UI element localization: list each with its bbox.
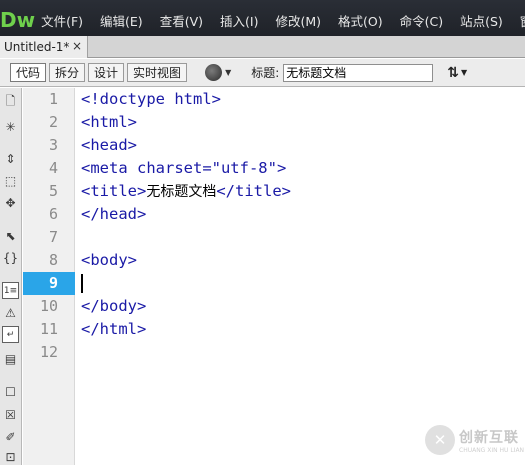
menu-edit[interactable]: 编辑(E) [100,11,143,30]
title-close-tag: </title> [216,182,291,200]
balance-braces-icon[interactable]: {} [2,249,19,266]
menu-file[interactable]: 文件(F) [41,11,83,30]
code-text: </head> [81,205,147,223]
live-view-button[interactable]: 实时视图 [127,63,188,82]
select-parent-tag-icon[interactable]: ⬉ [2,227,19,244]
code-line[interactable]: </body> [81,295,146,318]
remove-comment-icon[interactable]: ☒ [2,406,19,423]
code-line[interactable]: </html> [81,318,146,341]
preview-globe-icon[interactable] [205,64,223,81]
code-line[interactable]: <html> [81,111,137,134]
menu-insert[interactable]: 插入(I) [220,11,258,30]
code-text: <head> [81,136,137,154]
design-view-button[interactable]: 设计 [88,63,125,82]
chevron-down-icon[interactable]: ▼ [461,68,467,77]
menu-site[interactable]: 站点(S) [460,11,503,30]
code-view-button[interactable]: 代码 [10,63,47,82]
line-number: 6 [48,205,58,223]
watermark-logo-icon: ✕ [425,425,455,455]
main-menu: 文件(F) 编辑(E) 查看(V) 插入(I) 修改(M) 格式(O) 命令(C… [35,0,525,40]
code-line[interactable]: </head> [81,203,146,226]
recent-snippets-icon[interactable]: ⊡ [2,448,19,465]
title-text: 无标题文档 [146,184,217,200]
code-text: </html> [81,320,147,338]
watermark-en: CHUANG XIN HU LIAN [459,446,525,454]
code-editor[interactable]: <!doctype html> <html> <head> <meta char… [76,88,525,465]
line-number: 3 [48,136,58,154]
code-line[interactable]: <head> [81,134,137,157]
wrap-tag-icon[interactable]: ✐ [2,428,19,445]
line-number: 2 [48,113,58,131]
code-line[interactable]: <!doctype html> [81,88,221,111]
syntax-coloring-icon[interactable]: ▤ [2,350,19,367]
code-text: <!doctype html> [81,90,221,108]
file-management-icon[interactable]: ⇅ [447,65,459,81]
code-line[interactable]: <meta charset="utf-8"> [81,157,286,180]
menu-view[interactable]: 查看(V) [160,11,203,30]
current-line-number: 9 [48,274,58,292]
chevron-down-icon[interactable]: ▼ [225,68,231,77]
apply-comment-icon[interactable]: ☐ [2,383,19,400]
document-toolbar: 代码 拆分 设计 实时视图 ▼ 标题: ⇅ ▼ [0,59,525,87]
line-number: 7 [48,228,58,246]
line-number: 1 [48,90,58,108]
menu-commands[interactable]: 命令(C) [400,11,443,30]
menu-bar: Dw 文件(F) 编辑(E) 查看(V) 插入(I) 修改(M) 格式(O) 命… [0,0,525,40]
app-logo: Dw [0,8,36,32]
line-number: 12 [39,343,58,361]
split-view-button[interactable]: 拆分 [49,63,86,82]
text-cursor [81,274,83,293]
watermark: ✕ 创新互联 CHUANG XIN HU LIAN [425,425,524,455]
code-text: </body> [81,297,147,315]
document-tab-label: Untitled-1* [4,40,70,54]
title-open-tag: <title> [81,182,147,200]
show-code-navigator-icon[interactable]: ✳ [2,118,19,135]
highlight-invalid-code-icon[interactable]: ⚠ [2,304,19,321]
line-number: 10 [39,297,58,315]
watermark-cn: 创新互联 [459,429,519,446]
code-line[interactable]: <body> [81,249,137,272]
close-tab-icon[interactable]: × [72,39,82,53]
title-input[interactable] [283,63,434,82]
watermark-text: 创新互联 CHUANG XIN HU LIAN [459,427,524,454]
collapse-full-tag-icon[interactable]: ⇕ [2,150,19,167]
code-line[interactable]: <title>无标题文档</title> [81,180,291,203]
code-text: <meta charset="utf-8"> [81,159,287,177]
title-label: 标题: [251,66,280,80]
line-number: 8 [48,251,58,269]
menu-window[interactable]: 窗口 [520,11,525,30]
line-numbers-icon[interactable]: 1≡ [2,282,19,299]
expand-all-icon[interactable]: ✥ [2,194,19,211]
menu-format[interactable]: 格式(O) [338,11,383,30]
word-wrap-icon[interactable]: ↵ [2,326,19,343]
document-tab-bar: Untitled-1* × [0,36,525,58]
line-number: 11 [39,320,58,338]
line-number: 5 [48,182,58,200]
line-number: 4 [48,159,58,177]
menu-modify[interactable]: 修改(M) [275,11,321,30]
line-number-gutter: 1 2 3 4 5 6 7 8 9 10 11 12 [23,88,75,465]
collapse-selection-icon[interactable]: ⬚ [2,172,19,189]
open-documents-icon[interactable]: 🗋 [2,94,19,111]
document-tab[interactable]: Untitled-1* × [0,36,88,58]
code-text: <html> [81,113,137,131]
code-text: <body> [81,251,137,269]
